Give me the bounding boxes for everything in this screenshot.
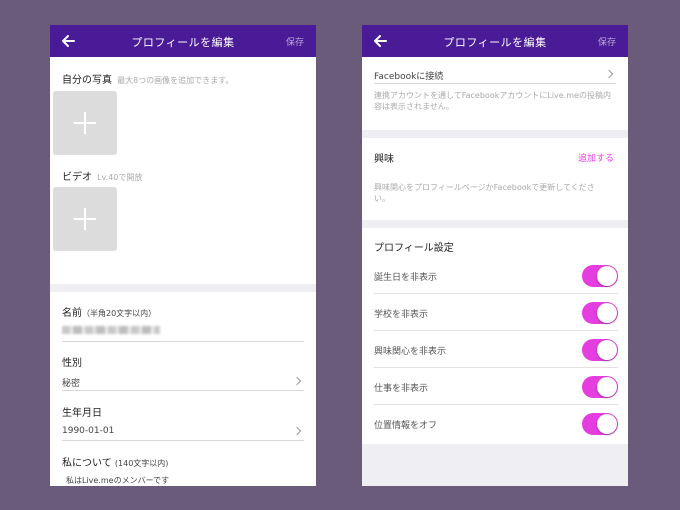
save-button[interactable]: 保存: [286, 35, 304, 48]
hide-work-toggle[interactable]: [582, 376, 618, 398]
video-hint: Lv.40で開放: [97, 173, 143, 182]
interest-note: 興味関心をプロフィールページかFacebookで更新してください。: [374, 183, 595, 203]
toggle-row-work: 仕事を非表示: [374, 369, 618, 405]
chevron-right-icon: [292, 426, 302, 436]
birthday-underline: [62, 440, 304, 441]
gender-underline: [62, 390, 304, 391]
video-label: ビデオ: [62, 172, 92, 183]
facebook-underline: [374, 83, 616, 84]
add-interest-button[interactable]: 追加する: [578, 151, 614, 164]
name-input-value[interactable]: [62, 326, 160, 334]
interest-label: 興味: [374, 154, 394, 165]
toggle-row-school: 学校を非表示: [374, 295, 618, 331]
birthday-label: 生年月日: [62, 408, 102, 419]
profile-settings-title: プロフィール設定: [374, 243, 454, 254]
media-section: 自分の写真 最大8つの画像を追加できます。 ビデオ Lv.40で開放: [50, 57, 316, 284]
hide-birthday-toggle[interactable]: [582, 265, 618, 287]
location-off-toggle[interactable]: [582, 413, 618, 435]
nav-bar: プロフィールを編集 保存: [50, 25, 316, 57]
toggle-row-birthday: 誕生日を非表示: [374, 258, 618, 294]
birthday-value[interactable]: 1990-01-01: [62, 426, 114, 436]
save-button[interactable]: 保存: [598, 35, 616, 48]
chevron-right-icon: [604, 69, 614, 79]
hide-interests-toggle[interactable]: [582, 339, 618, 361]
toggle-label: 仕事を非表示: [374, 384, 429, 394]
page-title: プロフィールを編集: [443, 36, 547, 49]
photos-hint: 最大8つの画像を追加できます。: [117, 76, 234, 85]
facebook-section: Facebookに接続 連携アカウントを通してFacebookアカウントにLiv…: [362, 57, 628, 130]
photos-label: 自分の写真: [62, 75, 112, 86]
video-header: ビデオ Lv.40で開放: [62, 165, 142, 184]
section-divider: [362, 220, 628, 228]
toggle-label: 学校を非表示: [374, 310, 429, 320]
profile-settings-section: プロフィール設定 誕生日を非表示 学校を非表示 興味関心を非表示 仕事を非表示 …: [362, 228, 628, 444]
add-photo-button[interactable]: [53, 91, 117, 155]
facebook-connect-link[interactable]: Facebookに接続: [374, 69, 443, 82]
section-divider: [50, 284, 316, 292]
name-underline: [62, 341, 304, 342]
toggle-row-interests: 興味関心を非表示: [374, 332, 618, 368]
add-video-button[interactable]: [53, 187, 117, 251]
edit-profile-screen-right: プロフィールを編集 保存 Facebookに接続 連携アカウントを通してFace…: [362, 25, 628, 486]
name-label: 名前（半角20文字以内）: [62, 308, 157, 319]
gender-label: 性別: [62, 358, 82, 369]
profile-fields: 名前（半角20文字以内） 性別 秘密 生年月日 1990-01-01 私について…: [50, 292, 316, 486]
photos-header: 自分の写真 最大8つの画像を追加できます。: [62, 68, 233, 87]
gender-value[interactable]: 秘密: [62, 376, 80, 389]
nav-bar: プロフィールを編集 保存: [362, 25, 628, 57]
page-title: プロフィールを編集: [131, 36, 235, 49]
toggle-label: 位置情報をオフ: [374, 421, 438, 431]
interest-section: 興味 追加する 興味関心をプロフィールページかFacebookで更新してください…: [362, 138, 628, 220]
chevron-right-icon: [292, 376, 302, 386]
about-value[interactable]: 私はLive.meのメンバーです: [66, 475, 169, 486]
toggle-label: 誕生日を非表示: [374, 273, 438, 283]
toggle-row-location: 位置情報をオフ: [374, 406, 618, 442]
hide-school-toggle[interactable]: [582, 302, 618, 324]
edit-profile-screen-left: プロフィールを編集 保存 自分の写真 最大8つの画像を追加できます。 ビデオ L…: [50, 25, 316, 486]
facebook-note: 連携アカウントを通してFacebookアカウントにLive.meの投稿内容は表示…: [374, 91, 611, 111]
toggle-label: 興味関心を非表示: [374, 347, 447, 357]
about-label: 私について (140文字以内): [62, 458, 169, 469]
section-divider: [362, 130, 628, 138]
